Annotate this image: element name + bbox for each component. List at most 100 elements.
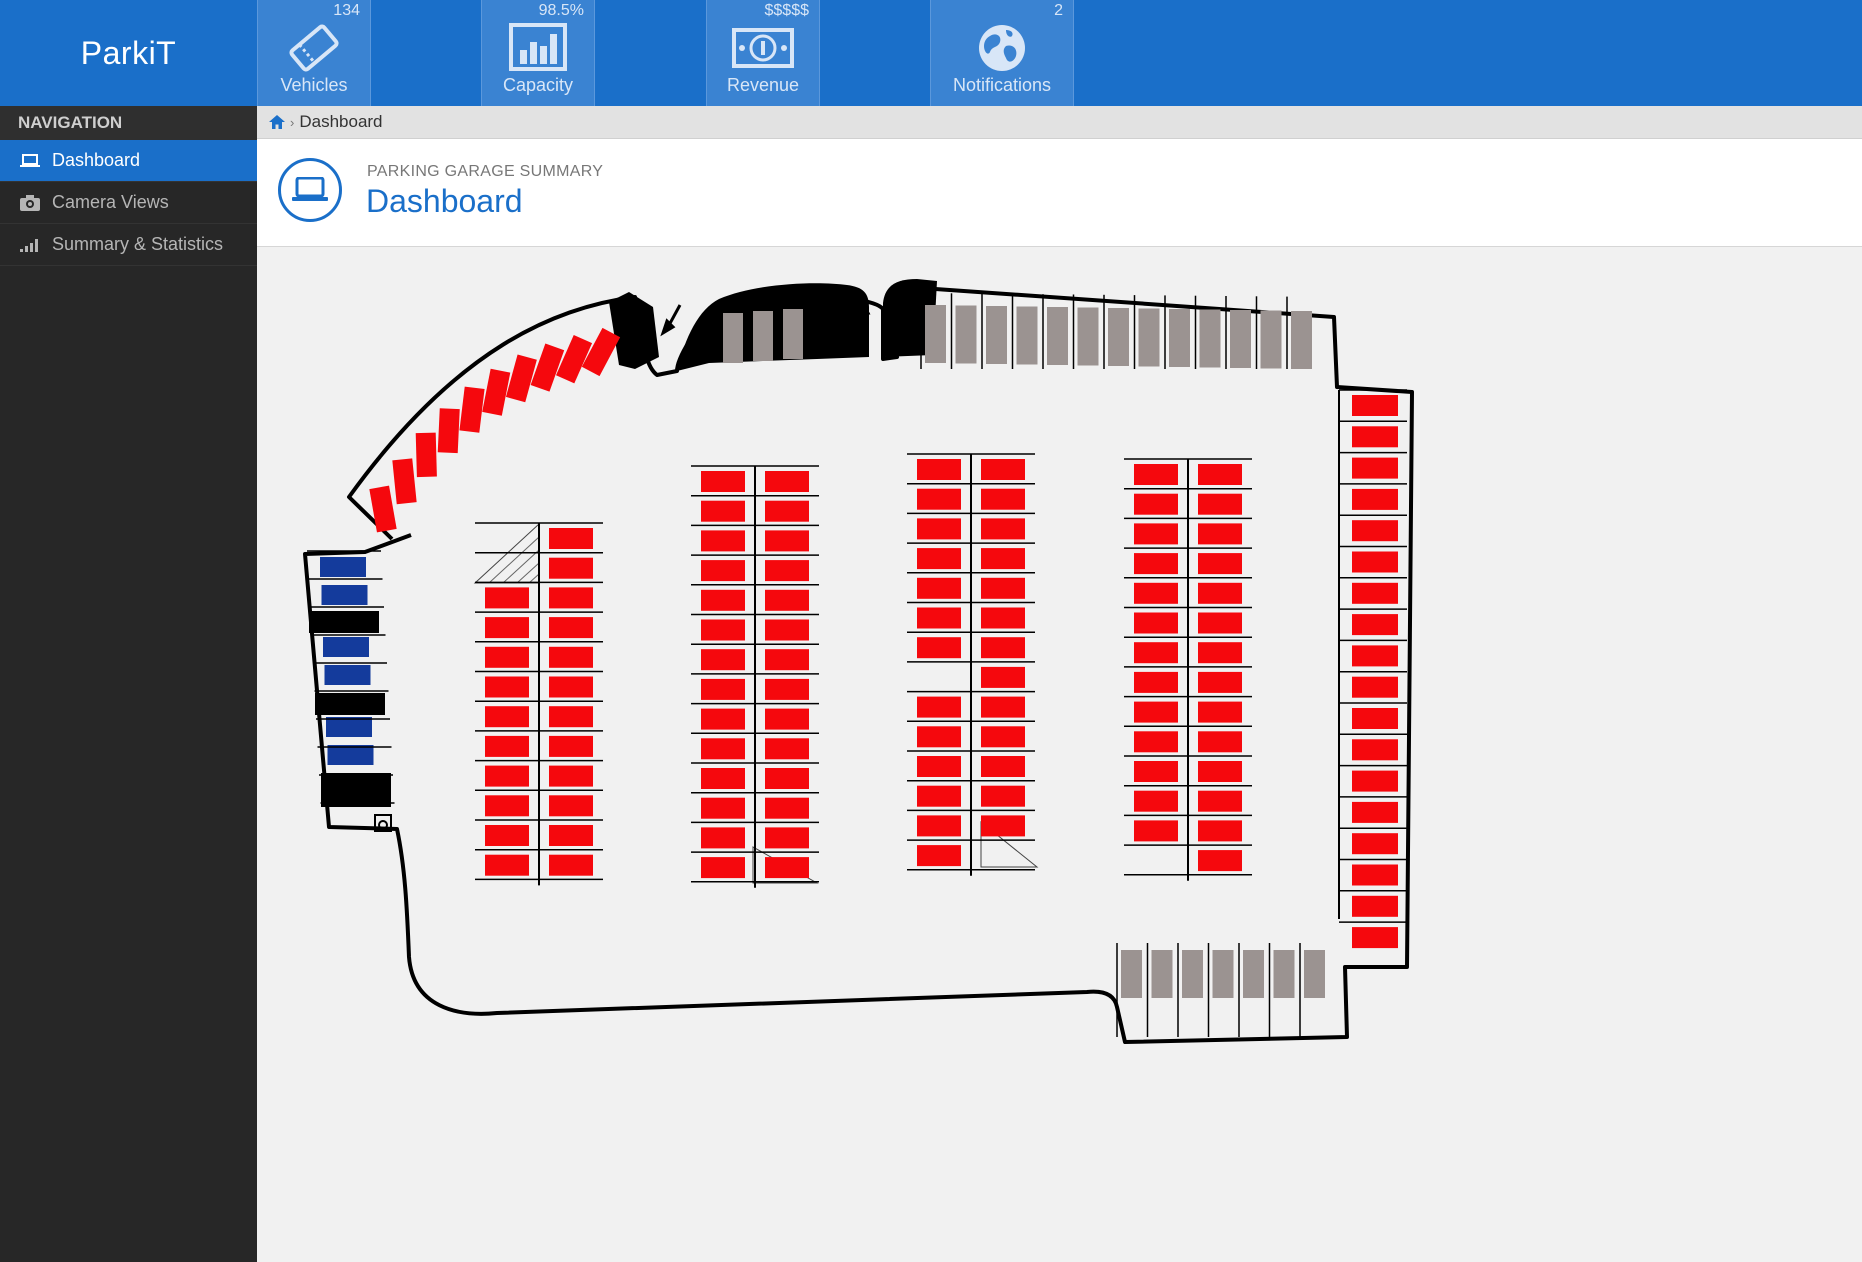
parking-slot-available[interactable]	[753, 311, 773, 361]
parking-slot-occupied[interactable]	[1198, 493, 1242, 515]
parking-slot-occupied[interactable]	[917, 577, 961, 599]
parking-slot-occupied[interactable]	[981, 785, 1025, 807]
parking-slot-occupied[interactable]	[981, 637, 1025, 659]
parking-slot-occupied[interactable]	[1198, 761, 1242, 782]
parking-slot-occupied[interactable]	[549, 825, 593, 846]
parking-slot-occupied[interactable]	[1352, 927, 1398, 949]
parking-slot-available[interactable]	[1108, 308, 1129, 366]
home-icon[interactable]	[269, 115, 285, 129]
parking-slot-occupied[interactable]	[1352, 676, 1398, 698]
parking-slot-occupied[interactable]	[485, 735, 529, 757]
parking-slot-occupied[interactable]	[1352, 520, 1398, 542]
parking-slot-occupied[interactable]	[1352, 801, 1398, 823]
parking-slot-occupied[interactable]	[549, 735, 593, 757]
parking-slot-occupied[interactable]	[1134, 731, 1178, 753]
sidebar-item-summary-statistics[interactable]: Summary & Statistics	[0, 224, 257, 266]
parking-slot-occupied[interactable]	[549, 706, 593, 728]
parking-slot-available[interactable]	[1016, 306, 1038, 365]
parking-slot-available[interactable]	[1243, 950, 1264, 998]
parking-slot-accessible[interactable]	[326, 717, 372, 737]
parking-slot-occupied[interactable]	[1352, 395, 1398, 416]
parking-slot-occupied[interactable]	[701, 678, 745, 700]
parking-slot-occupied[interactable]	[1134, 790, 1178, 812]
parking-slot-accessible[interactable]	[327, 745, 374, 765]
parking-slot-occupied[interactable]	[917, 756, 961, 777]
parking-slot-occupied[interactable]	[549, 528, 593, 549]
parking-slot-occupied[interactable]	[981, 666, 1025, 688]
parking-slot-occupied[interactable]	[765, 619, 809, 641]
parking-slot-occupied[interactable]	[701, 649, 745, 671]
parking-slot-occupied[interactable]	[917, 607, 961, 629]
parking-slot-occupied[interactable]	[485, 854, 529, 876]
parking-slot-occupied[interactable]	[485, 617, 529, 639]
parking-slot-occupied[interactable]	[1198, 523, 1242, 545]
parking-slot-occupied[interactable]	[765, 649, 809, 671]
capacity-stat-tile[interactable]: 98.5% Capacity	[481, 0, 595, 106]
parking-slot-occupied[interactable]	[1134, 523, 1178, 545]
parking-slot-occupied[interactable]	[701, 619, 745, 641]
parking-slot-occupied[interactable]	[549, 854, 593, 876]
parking-slot-occupied[interactable]	[1198, 671, 1242, 693]
parking-slot-occupied[interactable]	[1352, 833, 1398, 855]
parking-slot-occupied[interactable]	[1134, 612, 1178, 634]
parking-slot-occupied[interactable]	[701, 708, 745, 730]
parking-slot-occupied[interactable]	[549, 617, 593, 639]
parking-slot-occupied[interactable]	[1352, 739, 1398, 761]
parking-slot-occupied[interactable]	[1134, 464, 1178, 485]
parking-slot-available[interactable]	[1273, 950, 1295, 998]
parking-slot-available[interactable]	[783, 309, 803, 359]
parking-slot-occupied[interactable]	[1134, 642, 1178, 664]
parking-slot-occupied[interactable]	[1198, 790, 1242, 812]
parking-slot-occupied[interactable]	[1134, 671, 1178, 693]
parking-slot-occupied[interactable]	[1198, 850, 1242, 872]
parking-slot-occupied[interactable]	[765, 678, 809, 700]
parking-slot-accessible[interactable]	[323, 637, 369, 657]
parking-slot-occupied[interactable]	[765, 530, 809, 552]
parking-slot-occupied[interactable]	[917, 548, 961, 570]
parking-slot-accessible[interactable]	[324, 665, 371, 685]
parking-slot-available[interactable]	[1304, 950, 1325, 998]
parking-slot-occupied[interactable]	[701, 589, 745, 611]
parking-slot-available[interactable]	[1291, 311, 1312, 369]
parking-slot-occupied[interactable]	[1198, 582, 1242, 604]
parking-slot-occupied[interactable]	[485, 795, 529, 817]
parking-slot-accessible[interactable]	[321, 585, 368, 605]
parking-slot-available[interactable]	[1212, 950, 1234, 998]
parking-slot-occupied[interactable]	[701, 471, 745, 492]
parking-slot-occupied[interactable]	[549, 587, 593, 609]
parking-slot-available[interactable]	[723, 313, 743, 363]
parking-slot-occupied[interactable]	[701, 797, 745, 819]
parking-slot-occupied[interactable]	[549, 646, 593, 668]
parking-slot-occupied[interactable]	[917, 637, 961, 659]
parking-slot-occupied[interactable]	[485, 587, 529, 609]
parking-slot-available[interactable]	[955, 305, 977, 364]
parking-slot-available[interactable]	[1121, 950, 1142, 998]
parking-slot-occupied[interactable]	[1198, 820, 1242, 842]
parking-slot-occupied[interactable]	[1198, 642, 1242, 664]
parking-slot-occupied[interactable]	[549, 795, 593, 817]
parking-slot-occupied[interactable]	[917, 488, 961, 510]
parking-slot-occupied[interactable]	[981, 726, 1025, 748]
parking-slot-occupied[interactable]	[485, 765, 529, 787]
revenue-stat-tile[interactable]: $$$$$ Revenue	[706, 0, 820, 106]
parking-slot-occupied[interactable]	[1198, 731, 1242, 753]
parking-slot-available[interactable]	[1047, 307, 1068, 365]
parking-slot-occupied[interactable]	[701, 530, 745, 552]
parking-slot-occupied[interactable]	[1134, 582, 1178, 604]
parking-slot-occupied[interactable]	[1352, 551, 1398, 573]
parking-slot-occupied[interactable]	[530, 343, 565, 392]
parking-slot-occupied[interactable]	[485, 706, 529, 728]
parking-slot-accessible[interactable]	[320, 557, 366, 577]
parking-slot-occupied[interactable]	[917, 785, 961, 807]
parking-slot-occupied[interactable]	[1352, 708, 1398, 729]
parking-slot-occupied[interactable]	[1198, 553, 1242, 575]
parking-slot-occupied[interactable]	[1134, 701, 1178, 723]
parking-slot-occupied[interactable]	[482, 368, 511, 416]
parking-slot-occupied[interactable]	[1134, 820, 1178, 842]
parking-slot-occupied[interactable]	[485, 825, 529, 846]
parking-slot-occupied[interactable]	[765, 500, 809, 522]
parking-slot-occupied[interactable]	[981, 756, 1025, 777]
parking-slot-occupied[interactable]	[981, 577, 1025, 599]
parking-slot-occupied[interactable]	[701, 827, 745, 849]
parking-slot-occupied[interactable]	[765, 708, 809, 730]
